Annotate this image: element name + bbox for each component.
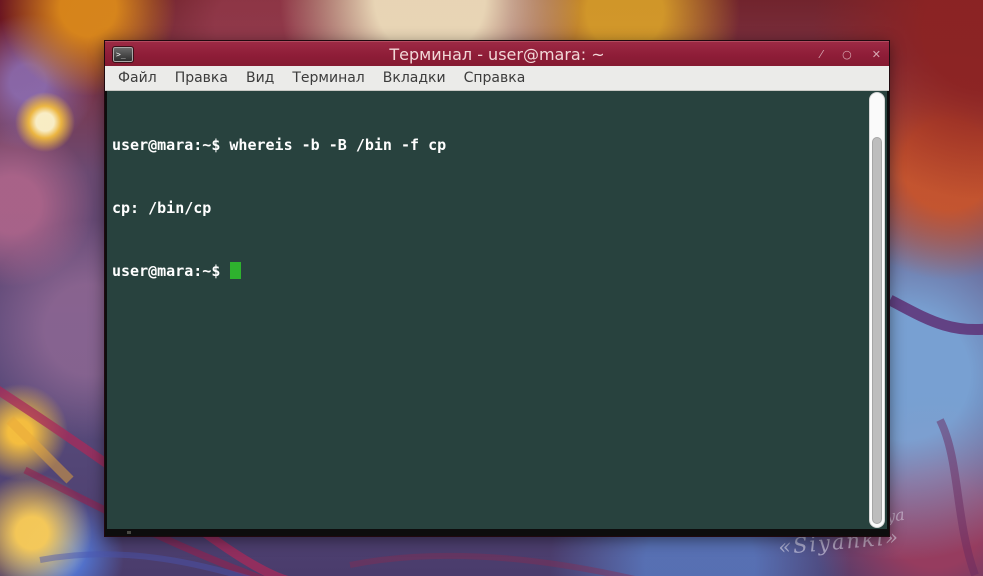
close-icon[interactable]: ✕ [872,49,881,60]
minimize-icon[interactable]: ⁄ [820,49,822,60]
terminal-screen[interactable]: user@mara:~$ whereis -b -B /bin -f cp cp… [107,91,868,529]
resize-grip[interactable] [127,531,131,534]
menu-edit[interactable]: Правка [166,68,237,88]
command-text: whereis -b -B /bin -f cp [229,136,446,154]
scrollbar-area [868,92,886,528]
terminal-window: >_ Терминал - user@mara: ~ ⁄ ○ ✕ Файл Пр… [104,40,890,537]
scrollbar-thumb[interactable] [872,137,882,524]
prompt-text: user@mara:~$ [112,136,229,154]
menu-file[interactable]: Файл [109,68,166,88]
titlebar[interactable]: >_ Терминал - user@mara: ~ ⁄ ○ ✕ [105,41,889,66]
terminal-window-icon[interactable]: >_ [113,47,133,62]
maximize-icon[interactable]: ○ [842,49,852,60]
menu-terminal[interactable]: Терминал [283,68,373,88]
scrollbar-track[interactable] [869,92,885,528]
terminal-line: cp: /bin/cp [112,198,863,219]
window-bottom-border [105,529,889,536]
terminal-line: user@mara:~$ [112,261,863,282]
menu-view[interactable]: Вид [237,68,283,88]
terminal-cursor [230,262,241,279]
terminal-body: user@mara:~$ whereis -b -B /bin -f cp cp… [105,91,889,529]
output-text: cp: /bin/cp [112,199,211,217]
menubar: Файл Правка Вид Терминал Вкладки Справка [105,66,889,91]
window-title: Терминал - user@mara: ~ [105,45,889,64]
prompt-text: user@mara:~$ [112,262,229,280]
menu-tabs[interactable]: Вкладки [374,68,455,88]
menu-help[interactable]: Справка [455,68,535,88]
window-controls: ⁄ ○ ✕ [820,49,881,60]
terminal-line: user@mara:~$ whereis -b -B /bin -f cp [112,135,863,156]
